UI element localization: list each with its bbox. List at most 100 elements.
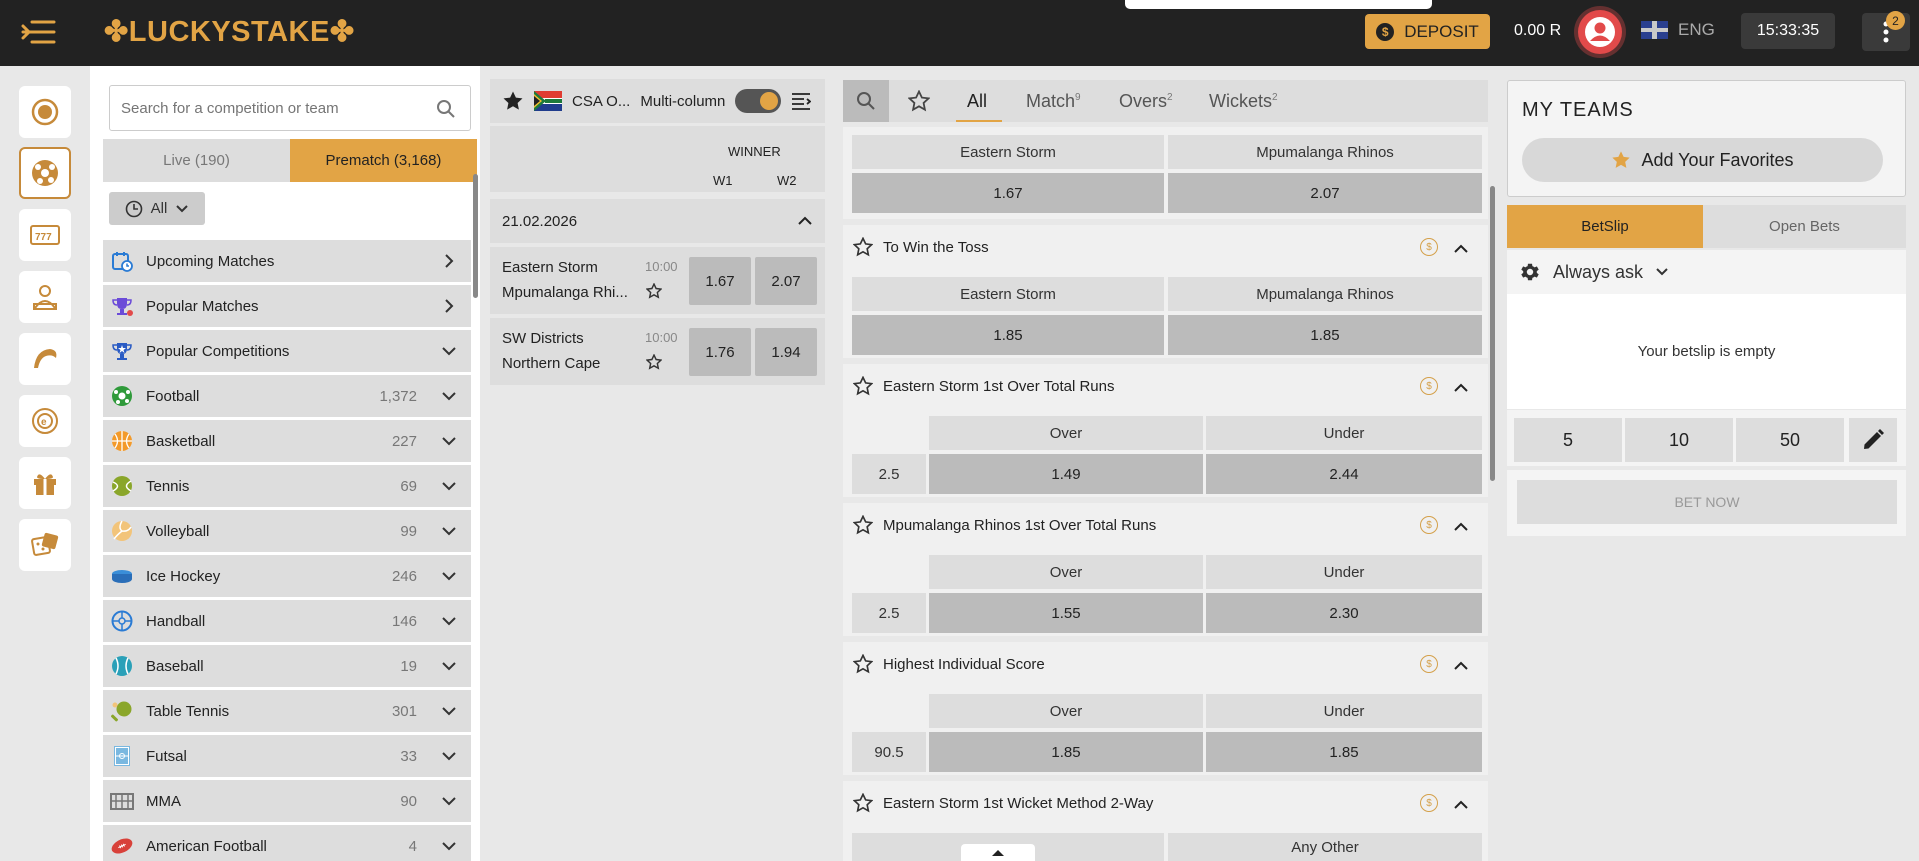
odd-button[interactable]: 1.67 bbox=[852, 173, 1164, 213]
star-outline-icon[interactable] bbox=[853, 515, 873, 535]
chevron-up-icon[interactable] bbox=[1453, 241, 1469, 259]
search-icon[interactable] bbox=[436, 99, 456, 124]
list-collapse-icon[interactable] bbox=[791, 92, 812, 110]
tab-prematch[interactable]: Prematch (3,168) bbox=[290, 139, 477, 182]
deposit-button[interactable]: $ DEPOSIT bbox=[1365, 14, 1490, 49]
tab-live[interactable]: Live (190) bbox=[103, 139, 290, 182]
cashout-coin-icon: $ bbox=[1420, 655, 1438, 673]
markets-scrollbar[interactable] bbox=[1490, 186, 1495, 481]
date-header[interactable]: 21.02.2026 bbox=[490, 199, 825, 243]
chevron-down-icon bbox=[439, 435, 459, 447]
star-outline-icon[interactable] bbox=[853, 376, 873, 396]
odd-button-over[interactable]: 1.85 bbox=[929, 732, 1203, 772]
sport-name: Basketball bbox=[146, 432, 216, 450]
star-outline-icon[interactable] bbox=[853, 793, 873, 813]
odd-button-over[interactable]: 1.55 bbox=[929, 593, 1203, 633]
scroll-to-top-tab[interactable] bbox=[961, 844, 1035, 861]
competition-search-input[interactable] bbox=[110, 86, 410, 130]
odd-button-under[interactable]: 1.85 bbox=[1206, 732, 1482, 772]
odd-button[interactable]: 1.85 bbox=[1168, 315, 1482, 355]
edit-stakes-button[interactable] bbox=[1849, 418, 1897, 462]
market-title[interactable]: Mpumalanga Rhinos 1st Over Total Runs bbox=[853, 515, 1156, 535]
odd-button-w2[interactable]: 1.94 bbox=[755, 328, 817, 376]
odd-button-w1[interactable]: 1.67 bbox=[689, 257, 751, 305]
menu-icon[interactable] bbox=[20, 16, 58, 48]
star-outline-icon[interactable] bbox=[853, 237, 873, 257]
tab-wickets[interactable]: Wickets2 bbox=[1209, 91, 1278, 112]
bet-now-button[interactable]: BET NOW bbox=[1517, 480, 1897, 524]
market-search-button[interactable] bbox=[843, 80, 889, 122]
chevron-up-icon[interactable] bbox=[1453, 797, 1469, 815]
odd-button-w1[interactable]: 1.76 bbox=[689, 328, 751, 376]
market-title[interactable]: To Win the Toss bbox=[853, 237, 989, 257]
star-filled-icon[interactable] bbox=[502, 90, 524, 112]
stake-button-50[interactable]: 50 bbox=[1736, 418, 1844, 462]
language-selector[interactable]: ENG bbox=[1641, 20, 1715, 40]
star-outline-icon[interactable] bbox=[853, 654, 873, 674]
odd-button[interactable]: 2.07 bbox=[1168, 173, 1482, 213]
stake-button-5[interactable]: 5 bbox=[1514, 418, 1622, 462]
sidebar-item-ice-hockey[interactable]: Ice Hockey 246 bbox=[103, 555, 471, 597]
match-row[interactable]: Eastern Storm Mpumalanga Rhi... 10:00 1.… bbox=[490, 247, 825, 314]
sidebar-item-football[interactable]: Football 1,372 bbox=[103, 375, 471, 417]
dice-icon[interactable] bbox=[19, 519, 71, 571]
aviator-icon[interactable] bbox=[19, 333, 71, 385]
chevron-down-icon bbox=[439, 840, 459, 852]
favorites-tab-star-icon[interactable] bbox=[907, 89, 931, 117]
user-avatar-icon[interactable] bbox=[1578, 10, 1622, 54]
esports-icon[interactable]: e bbox=[19, 395, 71, 447]
multi-column-toggle[interactable] bbox=[735, 89, 782, 113]
sport-name: Popular Matches bbox=[146, 297, 259, 315]
chevron-up-icon[interactable] bbox=[1453, 658, 1469, 676]
clock: 15:33:35 bbox=[1741, 13, 1835, 49]
logo[interactable]: ✤LUCKYSTAKE✤ bbox=[104, 14, 355, 49]
odds-change-setting[interactable]: Always ask bbox=[1507, 250, 1906, 294]
deposit-label: DEPOSIT bbox=[1404, 21, 1479, 41]
chevron-right-icon bbox=[439, 253, 459, 269]
tab-open-bets[interactable]: Open Bets bbox=[1703, 205, 1906, 248]
mma-cage-icon bbox=[110, 789, 134, 813]
time-filter-dropdown[interactable]: All bbox=[109, 192, 205, 225]
odd-button[interactable]: 1.85 bbox=[852, 315, 1164, 355]
slots-icon[interactable]: 777 bbox=[19, 209, 71, 261]
sidebar-item-handball[interactable]: Handball 146 bbox=[103, 600, 471, 642]
star-outline-icon[interactable] bbox=[645, 353, 663, 375]
sidebar-item-popular-competitions[interactable]: Popular Competitions bbox=[103, 330, 471, 372]
sidebar-item-table-tennis[interactable]: Table Tennis 301 bbox=[103, 690, 471, 732]
gift-icon[interactable] bbox=[19, 457, 71, 509]
sports-icon[interactable] bbox=[19, 147, 71, 199]
odd-button-w2[interactable]: 2.07 bbox=[755, 257, 817, 305]
sidebar-item-tennis[interactable]: Tennis 69 bbox=[103, 465, 471, 507]
empty-betslip-message: Your betslip is empty bbox=[1507, 294, 1906, 409]
tab-all[interactable]: All bbox=[967, 91, 987, 112]
market-title[interactable]: Eastern Storm 1st Over Total Runs bbox=[853, 376, 1114, 396]
sidebar-item-basketball[interactable]: Basketball 227 bbox=[103, 420, 471, 462]
odd-button-over[interactable]: 1.49 bbox=[929, 454, 1203, 494]
odd-button-under[interactable]: 2.30 bbox=[1206, 593, 1482, 633]
sidebar-item-upcoming-matches[interactable]: Upcoming Matches bbox=[103, 240, 471, 282]
chevron-up-icon[interactable] bbox=[1453, 519, 1469, 537]
chevron-up-icon[interactable] bbox=[1453, 380, 1469, 398]
star-outline-icon[interactable] bbox=[645, 282, 663, 304]
tab-betslip[interactable]: BetSlip bbox=[1507, 205, 1703, 248]
sidebar-item-american-football[interactable]: American Football 4 bbox=[103, 825, 471, 861]
market-over-under: Eastern Storm 1st Over Total Runs $ Over… bbox=[843, 364, 1488, 497]
sidebar-item-popular-matches[interactable]: Popular Matches bbox=[103, 285, 471, 327]
sidebar-item-mma[interactable]: MMA 90 bbox=[103, 780, 471, 822]
stake-button-10[interactable]: 10 bbox=[1625, 418, 1733, 462]
competition-search[interactable] bbox=[109, 85, 471, 131]
tab-match[interactable]: Match9 bbox=[1026, 91, 1081, 112]
match-row[interactable]: SW Districts Northern Cape 10:00 1.76 1.… bbox=[490, 318, 825, 385]
sidebar-item-futsal[interactable]: Futsal 33 bbox=[103, 735, 471, 777]
odd-button-under[interactable]: 2.44 bbox=[1206, 454, 1482, 494]
sidebar-item-volleyball[interactable]: Volleyball 99 bbox=[103, 510, 471, 552]
live-casino-icon[interactable] bbox=[19, 271, 71, 323]
market-title[interactable]: Eastern Storm 1st Wicket Method 2-Way bbox=[853, 793, 1153, 813]
market-title[interactable]: Highest Individual Score bbox=[853, 654, 1045, 674]
add-favorites-button[interactable]: Add Your Favorites bbox=[1522, 138, 1883, 182]
sport-name: Futsal bbox=[146, 747, 187, 765]
sports-list-scrollbar[interactable] bbox=[473, 174, 478, 298]
tab-overs[interactable]: Overs2 bbox=[1119, 91, 1173, 112]
live-icon[interactable] bbox=[19, 86, 71, 138]
sidebar-item-baseball[interactable]: Baseball 19 bbox=[103, 645, 471, 687]
